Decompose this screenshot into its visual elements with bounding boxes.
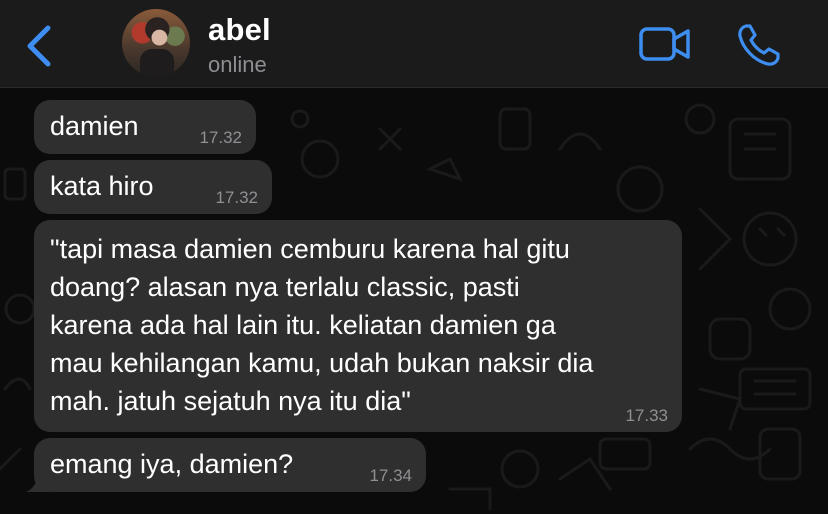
message-text-line: mah. jatuh sejatuh nya itu dia" — [50, 386, 411, 416]
avatar[interactable] — [122, 9, 190, 77]
bubble-tail — [26, 474, 48, 492]
message-text-line: doang? alasan nya terlalu classic, pasti — [50, 272, 520, 302]
video-call-icon[interactable] — [638, 24, 692, 64]
chat-area[interactable]: damien 17.32 kata hiro 17.32 "tapi masa … — [0, 89, 828, 514]
message-text-line: karena ada hal lain itu. keliatan damien… — [50, 310, 556, 340]
message-bubble[interactable]: kata hiro 17.32 — [34, 160, 272, 214]
message-bubble[interactable]: "tapi masa damien cemburu karena hal git… — [34, 220, 682, 432]
message-bubble[interactable]: emang iya, damien? 17.34 — [26, 438, 426, 492]
contact-status: online — [208, 52, 267, 77]
message-timestamp: 17.34 — [369, 466, 412, 485]
message-timestamp: 17.32 — [199, 128, 242, 147]
message-text: emang iya, damien? — [50, 449, 294, 479]
phone-call-icon[interactable] — [736, 22, 782, 68]
message-text-line: mau kehilangan kamu, udah bukan naksir d… — [50, 348, 594, 378]
message-text-line: "tapi masa damien cemburu karena hal git… — [50, 234, 570, 264]
message-timestamp: 17.33 — [625, 406, 668, 425]
message-timestamp: 17.32 — [215, 188, 258, 207]
message-bubble[interactable]: damien 17.32 — [34, 100, 256, 154]
chat-header: abel online — [0, 0, 828, 88]
contact-name[interactable]: abel — [208, 12, 271, 48]
chevron-left-icon[interactable] — [22, 24, 56, 68]
